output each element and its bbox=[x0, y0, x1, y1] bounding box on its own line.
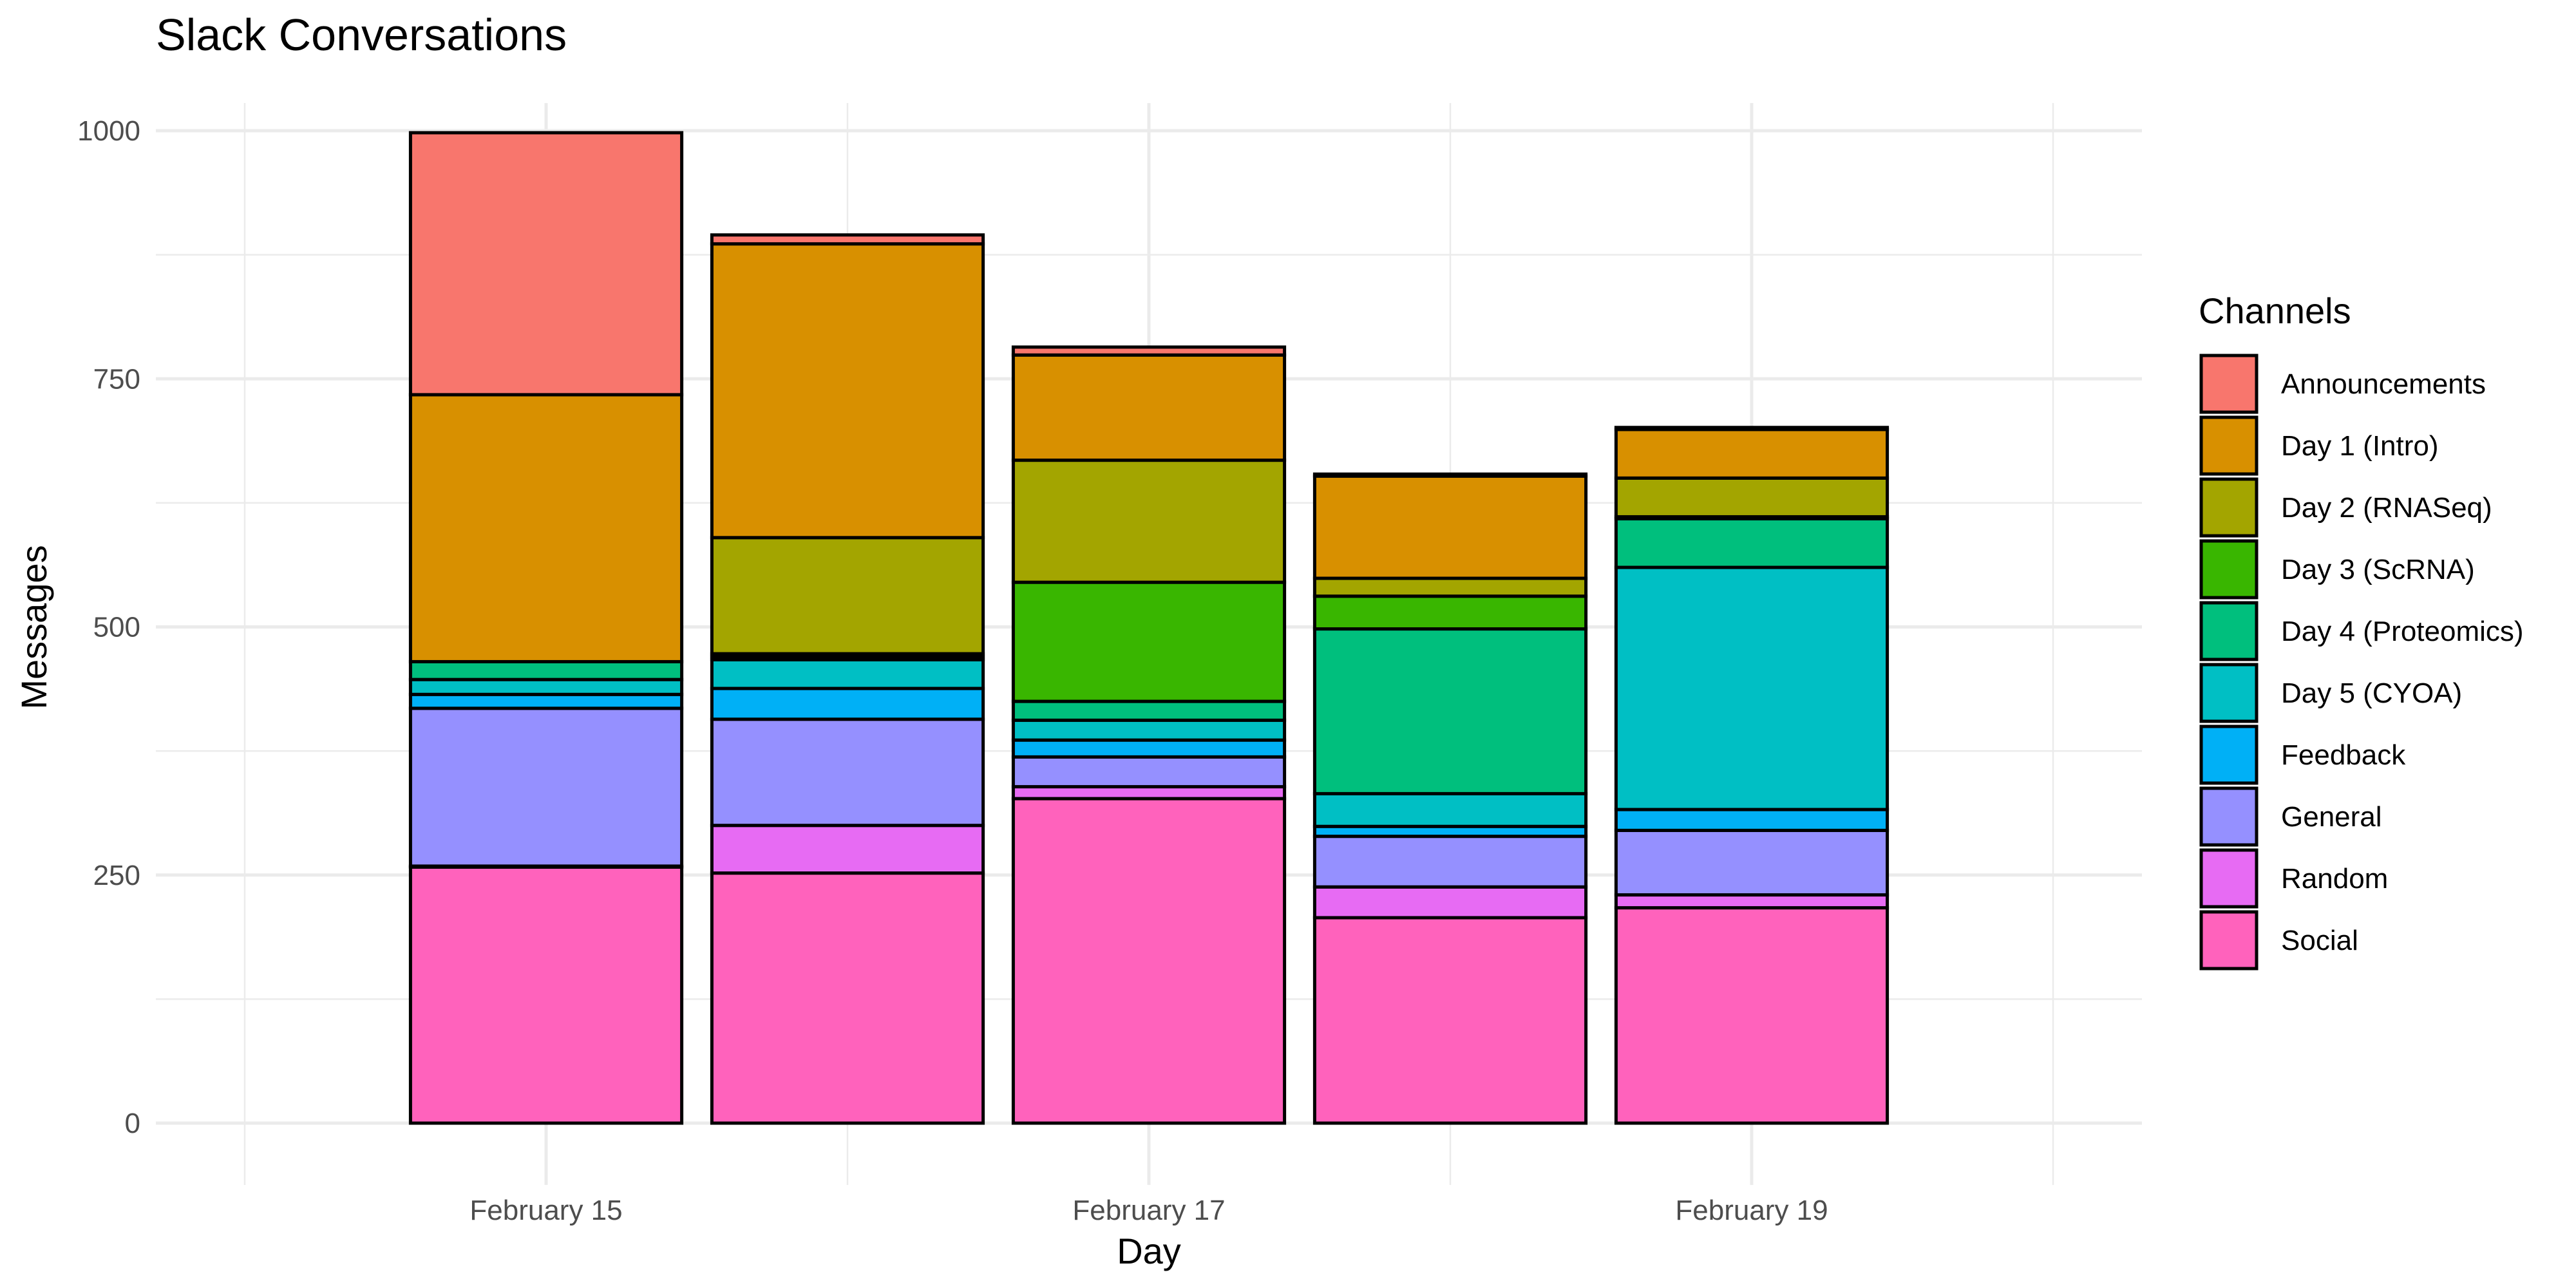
bar-segment bbox=[1011, 580, 1287, 703]
bar-segment bbox=[1614, 476, 1889, 518]
legend: Channels Announcements Day 1 (Intro) Day 2… bbox=[2199, 290, 2524, 971]
bar-segment bbox=[1011, 353, 1287, 462]
bar-segment bbox=[1312, 835, 1588, 889]
x-axis-title: Day bbox=[1117, 1231, 1181, 1271]
legend-swatch bbox=[2199, 910, 2259, 971]
y-axis-ticks: 0 250 500 750 1000 bbox=[77, 115, 140, 1139]
legend-label: Day 4 (Proteomics) bbox=[2281, 616, 2524, 647]
bar-stack bbox=[710, 233, 985, 1125]
legend-label: Day 3 (ScRNA) bbox=[2281, 554, 2475, 585]
legend-item: Day 1 (Intro) bbox=[2199, 415, 2439, 476]
legend-item: Social bbox=[2199, 910, 2358, 971]
bar-stack bbox=[1614, 426, 1889, 1125]
x-tick-label: February 15 bbox=[469, 1195, 622, 1226]
x-axis-ticks: February 15 February 17 February 19 bbox=[469, 1195, 1828, 1226]
y-axis-title: Messages bbox=[14, 545, 54, 709]
legend-swatch bbox=[2199, 354, 2259, 414]
stacked-bar-chart: Slack Conversations 0 250 500 750 1000 Febru… bbox=[14, 10, 2524, 1271]
bar-segment bbox=[1614, 906, 1889, 1125]
bar-segment bbox=[1011, 699, 1287, 722]
bar-segment bbox=[1312, 885, 1588, 920]
bar-segment bbox=[710, 824, 985, 875]
chart-title: Slack Conversations bbox=[156, 10, 567, 60]
legend-swatch bbox=[2199, 786, 2259, 847]
bar-segment bbox=[1614, 893, 1889, 910]
legend-title: Channels bbox=[2199, 290, 2351, 331]
legend-swatch bbox=[2199, 848, 2259, 909]
bar-segment bbox=[1312, 594, 1588, 631]
bar-segment bbox=[1011, 755, 1287, 789]
y-tick-label: 0 bbox=[125, 1108, 140, 1139]
bar-segment bbox=[408, 677, 684, 696]
bar-stack bbox=[408, 131, 684, 1125]
legend-label: Day 1 (Intro) bbox=[2281, 430, 2439, 462]
bar-segment bbox=[710, 658, 985, 690]
bar-stack bbox=[1011, 345, 1287, 1125]
bar-segment bbox=[1614, 828, 1889, 897]
legend-swatch bbox=[2199, 477, 2259, 538]
legend-swatch bbox=[2199, 601, 2259, 661]
bar-segment bbox=[1614, 517, 1889, 569]
bar-segment bbox=[710, 242, 985, 540]
bar-segment bbox=[1011, 797, 1287, 1125]
legend-swatch bbox=[2199, 663, 2259, 723]
legend-item: Day 4 (Proteomics) bbox=[2199, 601, 2524, 661]
bar-segment bbox=[1011, 459, 1287, 584]
bar-segment bbox=[1614, 808, 1889, 832]
legend-swatch bbox=[2199, 539, 2259, 600]
bar-segment bbox=[710, 536, 985, 656]
x-tick-label: February 17 bbox=[1072, 1195, 1225, 1226]
legend-item: Day 2 (RNASeq) bbox=[2199, 477, 2492, 538]
legend-item: Random bbox=[2199, 848, 2388, 909]
bar-segment bbox=[1614, 565, 1889, 811]
legend-swatch bbox=[2199, 724, 2259, 785]
bar-segment bbox=[1312, 474, 1588, 580]
legend-label: Day 5 (CYOA) bbox=[2281, 677, 2462, 709]
legend-label: Feedback bbox=[2281, 739, 2406, 771]
bar-segment bbox=[408, 131, 684, 397]
bar-segment bbox=[1614, 426, 1889, 431]
bar-segment bbox=[1312, 576, 1588, 598]
legend-item: Announcements bbox=[2199, 354, 2486, 414]
bar-segment bbox=[408, 393, 684, 663]
bar-segment bbox=[1011, 738, 1287, 759]
bar-segment bbox=[710, 687, 985, 721]
x-tick-label: February 19 bbox=[1675, 1195, 1828, 1226]
legend-label: Day 2 (RNASeq) bbox=[2281, 492, 2492, 524]
legend-item: Feedback bbox=[2199, 724, 2406, 785]
legend-item: General bbox=[2199, 786, 2382, 847]
y-tick-label: 250 bbox=[93, 860, 140, 891]
legend-swatch bbox=[2199, 415, 2259, 476]
legend-label: General bbox=[2281, 801, 2382, 833]
bar-segment bbox=[1011, 718, 1287, 742]
y-tick-label: 750 bbox=[93, 363, 140, 395]
legend-label: Social bbox=[2281, 925, 2358, 956]
legend-label: Announcements bbox=[2281, 368, 2486, 400]
bar-segment bbox=[1312, 916, 1588, 1125]
legend-item: Day 5 (CYOA) bbox=[2199, 663, 2462, 723]
legend-label: Random bbox=[2281, 863, 2388, 895]
bar-segment bbox=[408, 659, 684, 681]
bar-stack bbox=[1312, 472, 1588, 1125]
bar-segment bbox=[1011, 345, 1287, 357]
bar-segment bbox=[1614, 428, 1889, 480]
bar-segment bbox=[1312, 472, 1588, 478]
y-tick-label: 1000 bbox=[77, 115, 140, 147]
bar-segment bbox=[710, 717, 985, 828]
legend-item: Day 3 (ScRNA) bbox=[2199, 539, 2475, 600]
y-tick-label: 500 bbox=[93, 612, 140, 643]
bar-segment bbox=[1312, 627, 1588, 795]
bar-segment bbox=[408, 692, 684, 710]
bar-segment bbox=[408, 706, 684, 868]
bar-segment bbox=[408, 865, 684, 1125]
bar-segment bbox=[1312, 791, 1588, 828]
bar-segment bbox=[710, 233, 985, 246]
bar-segment bbox=[1011, 785, 1287, 800]
bar-segment bbox=[710, 871, 985, 1125]
